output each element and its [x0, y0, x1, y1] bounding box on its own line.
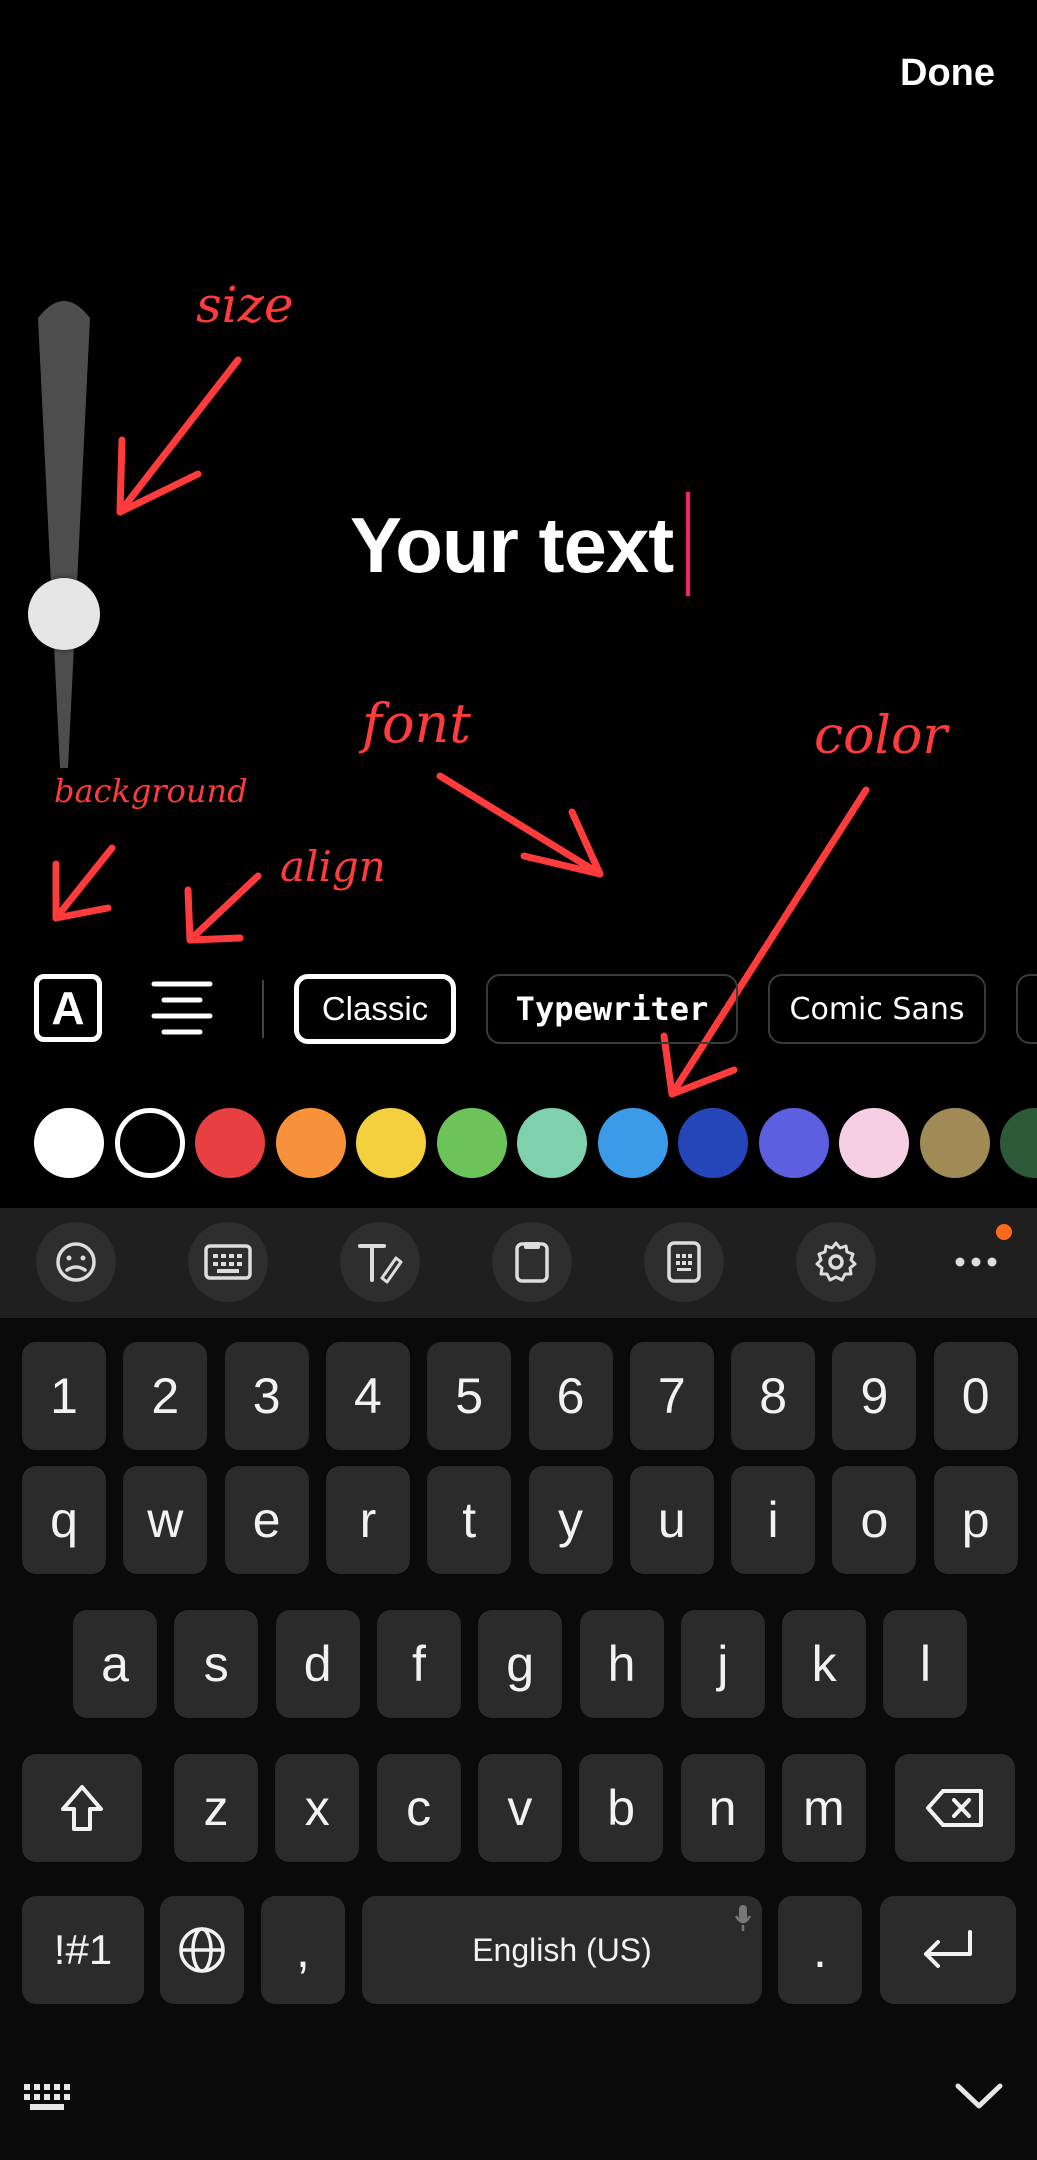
clipboard-icon: [514, 1240, 550, 1284]
key-b[interactable]: b: [579, 1754, 664, 1862]
backspace-key[interactable]: [895, 1754, 1015, 1862]
key-c[interactable]: c: [376, 1754, 461, 1862]
key-f[interactable]: f: [376, 1610, 461, 1718]
key-h[interactable]: h: [579, 1610, 664, 1718]
keyboard-icon: [204, 1244, 252, 1280]
font-classic-button[interactable]: Classic: [294, 974, 456, 1044]
key-8[interactable]: 8: [731, 1342, 816, 1450]
key-t[interactable]: t: [427, 1466, 512, 1574]
key-e[interactable]: e: [224, 1466, 309, 1574]
key-n[interactable]: n: [680, 1754, 765, 1862]
done-button[interactable]: Done: [900, 52, 995, 95]
emoji-button[interactable]: [36, 1222, 116, 1302]
key-k[interactable]: k: [782, 1610, 867, 1718]
language-key[interactable]: [160, 1896, 244, 2004]
annotation-align: align: [280, 842, 386, 891]
key-g[interactable]: g: [478, 1610, 563, 1718]
key-a[interactable]: a: [73, 1610, 157, 1718]
annotation-font: font: [362, 692, 471, 755]
globe-icon: [179, 1927, 225, 1973]
key-u[interactable]: u: [629, 1466, 714, 1574]
enter-icon: [924, 1930, 972, 1968]
text-canvas[interactable]: Your text: [350, 500, 674, 591]
text-background-button[interactable]: A: [34, 974, 102, 1042]
keyboard-button[interactable]: [188, 1222, 268, 1302]
color-swatch-dark-blue[interactable]: [678, 1108, 748, 1178]
emoji-icon: [54, 1240, 98, 1284]
key-w[interactable]: w: [123, 1466, 208, 1574]
text-background-glyph: A: [51, 982, 85, 1034]
key-r[interactable]: r: [325, 1466, 410, 1574]
key-9[interactable]: 9: [832, 1342, 917, 1450]
color-swatch-olive[interactable]: [919, 1108, 990, 1178]
annotation-background: background: [54, 772, 248, 810]
key-0[interactable]: 0: [933, 1342, 1018, 1450]
comma-key[interactable]: ,: [261, 1896, 345, 2004]
key-2[interactable]: 2: [123, 1342, 208, 1450]
handwriting-icon: [356, 1240, 404, 1284]
key-o[interactable]: o: [832, 1466, 917, 1574]
space-key-label: English (US): [472, 1931, 652, 1968]
size-slider[interactable]: [36, 290, 92, 770]
key-v[interactable]: v: [477, 1754, 562, 1862]
enter-key[interactable]: [880, 1896, 1016, 2004]
notification-dot: [996, 1224, 1012, 1240]
color-swatch-dark-green[interactable]: [1000, 1108, 1037, 1178]
color-swatch-light-blue[interactable]: [597, 1108, 668, 1178]
annotation-size: size: [196, 276, 294, 334]
handwriting-button[interactable]: [340, 1222, 420, 1302]
size-slider-thumb[interactable]: [28, 578, 100, 650]
font-next-button[interactable]: [1016, 974, 1037, 1044]
key-6[interactable]: 6: [528, 1342, 613, 1450]
hide-keyboard-icon[interactable]: [954, 2080, 1004, 2112]
more-icon: [954, 1256, 998, 1268]
text-cursor: [686, 492, 690, 596]
shift-key[interactable]: [22, 1754, 142, 1862]
settings-button[interactable]: [796, 1222, 876, 1302]
key-x[interactable]: x: [275, 1754, 360, 1862]
backspace-icon: [926, 1789, 983, 1827]
clipboard-button[interactable]: [492, 1222, 572, 1302]
period-key[interactable]: .: [778, 1896, 862, 2004]
key-l[interactable]: l: [883, 1610, 968, 1718]
shift-icon: [61, 1785, 103, 1831]
key-3[interactable]: 3: [224, 1342, 309, 1450]
key-7[interactable]: 7: [629, 1342, 714, 1450]
key-z[interactable]: z: [174, 1754, 258, 1862]
color-swatch-pink[interactable]: [839, 1108, 909, 1178]
keyboard-mode-button[interactable]: [644, 1222, 724, 1302]
font-comic-sans-button[interactable]: Comic Sans: [768, 974, 986, 1044]
color-swatch-green[interactable]: [436, 1108, 507, 1178]
color-swatch-black[interactable]: [114, 1108, 185, 1178]
key-5[interactable]: 5: [427, 1342, 512, 1450]
key-s[interactable]: s: [174, 1610, 259, 1718]
annotation-color: color: [814, 706, 948, 766]
color-swatch-white[interactable]: [34, 1108, 104, 1178]
key-i[interactable]: i: [731, 1466, 816, 1574]
key-p[interactable]: p: [933, 1466, 1018, 1574]
key-d[interactable]: d: [275, 1610, 360, 1718]
key-y[interactable]: y: [528, 1466, 613, 1574]
key-q[interactable]: q: [22, 1466, 106, 1574]
color-swatch-indigo[interactable]: [758, 1108, 829, 1178]
key-j[interactable]: j: [680, 1610, 765, 1718]
space-key[interactable]: English (US): [362, 1896, 762, 2004]
keyboard-switch-icon[interactable]: [22, 2082, 72, 2112]
style-divider: [262, 980, 264, 1038]
key-4[interactable]: 4: [325, 1342, 410, 1450]
color-swatch-orange[interactable]: [275, 1108, 346, 1178]
align-center-icon[interactable]: [150, 976, 214, 1040]
color-swatch-red[interactable]: [195, 1108, 265, 1178]
color-swatch-yellow[interactable]: [356, 1108, 426, 1178]
microphone-icon: [734, 1904, 752, 1932]
key-m[interactable]: m: [781, 1754, 866, 1862]
keyboard-mode-icon: [666, 1240, 702, 1284]
settings-icon: [814, 1240, 858, 1284]
color-swatch-mint[interactable]: [517, 1108, 587, 1178]
key-1[interactable]: 1: [22, 1342, 106, 1450]
symbols-key[interactable]: !#1: [22, 1896, 144, 2004]
font-typewriter-button[interactable]: Typewriter: [486, 974, 738, 1044]
